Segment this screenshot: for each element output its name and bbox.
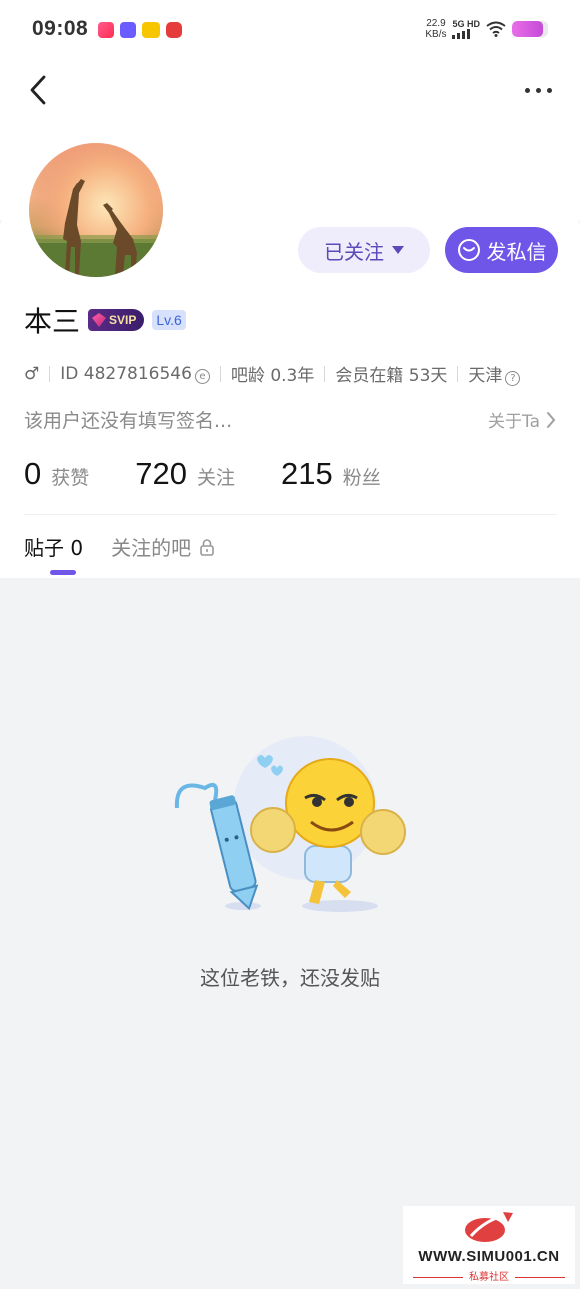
lock-icon	[200, 538, 214, 556]
dot-icon	[546, 87, 552, 93]
signature: 该用户还没有填写签名...	[24, 410, 233, 432]
caret-down-icon	[392, 246, 404, 254]
message-icon	[457, 239, 480, 261]
wifi-icon	[486, 21, 506, 37]
avatar[interactable]	[26, 140, 166, 280]
divider	[219, 365, 221, 382]
back-button[interactable]	[20, 70, 56, 110]
divider	[49, 365, 51, 382]
music-notification-icon	[166, 22, 182, 38]
about-link[interactable]: 关于Ta	[488, 407, 556, 432]
watermark-url: WWW.SIMU001.CN	[418, 1248, 560, 1265]
dot-icon	[535, 87, 541, 93]
status-bar: 09:08 22.9 KB/s 5G HD	[0, 0, 580, 60]
male-icon: ♂	[24, 363, 40, 384]
giraffe-photo	[29, 143, 163, 277]
copy-icon[interactable]: e	[194, 368, 210, 384]
divider	[457, 365, 459, 382]
help-icon[interactable]: ?	[505, 371, 521, 386]
fans-stat[interactable]: 215 粉丝	[281, 456, 381, 492]
tab-posts[interactable]: 贴子 0	[24, 532, 83, 561]
divider	[324, 365, 326, 382]
watermark-logo	[465, 1212, 513, 1242]
svip-badge[interactable]: SVIP	[88, 309, 145, 331]
profile-tabs: 贴子 0 关注的吧	[24, 532, 215, 561]
network-speed: 22.9 KB/s	[425, 18, 447, 40]
tab-followed-bars[interactable]: 关注的吧	[111, 532, 215, 561]
level-badge[interactable]: Lv.6	[152, 310, 186, 330]
watermark: WWW.SIMU001.CN 私募社区	[403, 1206, 575, 1284]
status-time: 09:08	[32, 17, 89, 40]
info-row: ♂ ID 4827816546 e 吧龄 0.3年 会员在籍 53天 天津?	[24, 361, 521, 386]
tieba-notification-icon	[120, 22, 136, 38]
followed-button[interactable]: 已关注	[298, 227, 430, 273]
watermark-subtitle: 私募社区	[403, 1268, 575, 1283]
stats-row: 0 获赞 720 关注 215 粉丝	[24, 456, 427, 492]
diamond-icon	[92, 313, 107, 327]
app-notification-icon	[142, 22, 160, 38]
member-days: 会员在籍 53天	[335, 366, 448, 386]
empty-state-text: 这位老铁，还没发贴	[200, 966, 380, 990]
message-label: 发私信	[486, 239, 547, 264]
more-options-button[interactable]	[518, 78, 558, 102]
username: 本三	[24, 305, 81, 338]
following-stat[interactable]: 720 关注	[135, 456, 235, 492]
chevron-left-icon	[30, 75, 46, 105]
followed-label: 已关注	[324, 239, 384, 264]
chevron-right-icon	[547, 411, 556, 428]
likes-stat: 0 获赞	[24, 456, 90, 491]
bar-age: 吧龄 0.3年	[230, 366, 315, 386]
name-row: 本三 SVIP Lv.6	[24, 300, 186, 340]
user-id[interactable]: ID 4827816546 e	[60, 364, 210, 384]
app-notification-icon	[98, 22, 114, 38]
cellular-signal-icon: 5G HD	[452, 19, 480, 39]
status-indicators: 22.9 KB/s 5G HD	[425, 18, 548, 40]
location: 天津?	[468, 361, 521, 386]
notification-icons	[98, 22, 182, 38]
divider	[24, 514, 557, 515]
battery-icon	[512, 21, 548, 37]
tab-indicator	[50, 570, 76, 575]
empty-state-illustration	[174, 736, 406, 912]
signature-row: 该用户还没有填写签名... 关于Ta	[24, 406, 556, 433]
dot-icon	[524, 87, 530, 93]
send-message-button[interactable]: 发私信	[445, 227, 558, 273]
